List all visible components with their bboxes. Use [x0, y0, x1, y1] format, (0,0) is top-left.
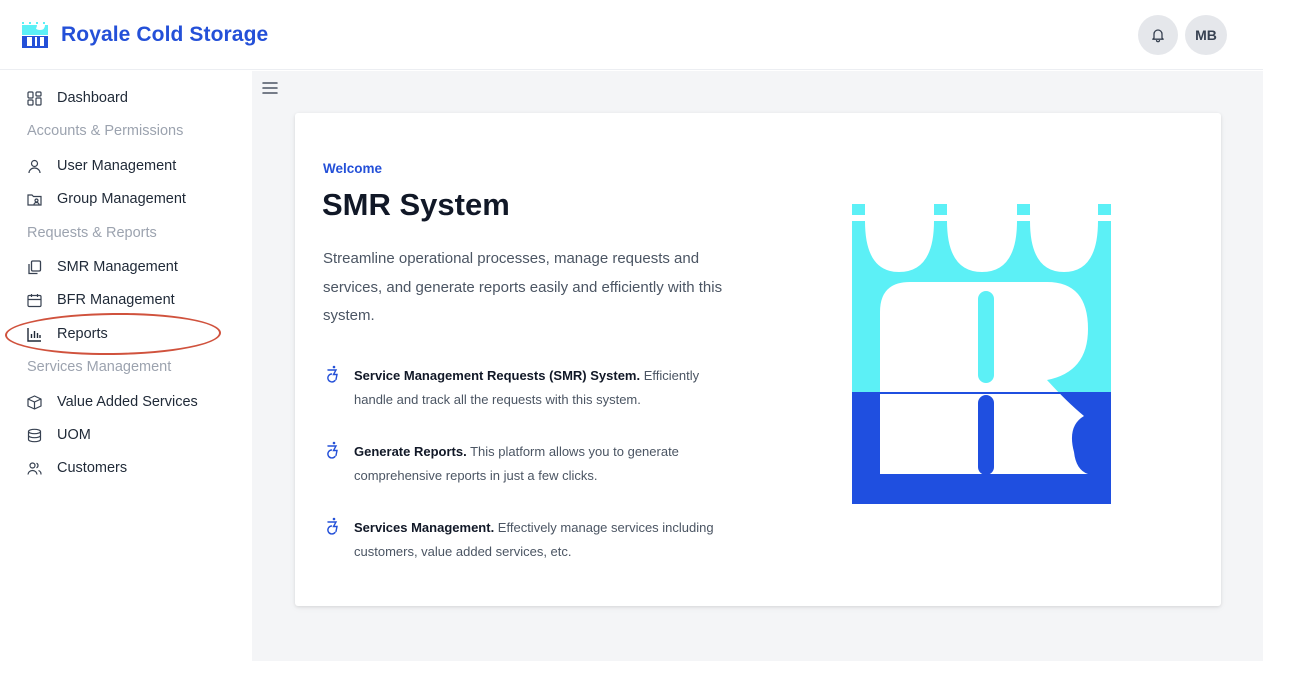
hamburger-menu-icon[interactable]	[261, 80, 279, 96]
feature-item: Services Management. Effectively manage …	[325, 516, 725, 564]
sidebar-item-dashboard[interactable]: Dashboard	[26, 90, 128, 106]
bell-icon	[1152, 29, 1164, 43]
sidebar-item-value-added-services[interactable]: Value Added Services	[26, 394, 198, 410]
user-avatar[interactable]: MB	[1185, 15, 1227, 55]
welcome-card: Welcome SMR System Streamline operationa…	[295, 113, 1221, 606]
database-icon	[26, 427, 42, 443]
feature-text: Service Management Requests (SMR) System…	[354, 364, 725, 412]
feature-title: Services Management.	[354, 520, 495, 535]
feature-item: Service Management Requests (SMR) System…	[325, 364, 725, 412]
sidebar-item-uom[interactable]: UOM	[26, 427, 91, 443]
sidebar-item-label: UOM	[57, 427, 91, 443]
feature-title: Service Management Requests (SMR) System…	[354, 368, 641, 383]
dashboard-icon	[26, 90, 42, 106]
users-icon	[26, 460, 42, 476]
user-icon	[26, 158, 42, 174]
feature-item: Generate Reports. This platform allows y…	[325, 440, 725, 488]
brand-logo-icon	[22, 22, 48, 48]
welcome-label: Welcome	[323, 161, 383, 176]
accessibility-icon	[327, 365, 338, 383]
brand-name: Royale Cold Storage	[61, 23, 269, 46]
sidebar-item-group-management[interactable]: Group Management	[26, 191, 186, 207]
sidebar-item-smr-management[interactable]: SMR Management	[26, 259, 178, 275]
sidebar-item-user-management[interactable]: User Management	[26, 158, 176, 174]
accessibility-icon	[327, 441, 338, 459]
sidebar-section-requests: Requests & Reports	[27, 225, 157, 241]
brand[interactable]: Royale Cold Storage	[20, 20, 268, 50]
copy-icon	[26, 259, 42, 275]
sidebar-item-label: BFR Management	[57, 292, 175, 308]
sidebar-section-accounts: Accounts & Permissions	[27, 123, 184, 139]
calendar-icon	[26, 292, 42, 308]
main-content: Welcome SMR System Streamline operationa…	[252, 71, 1263, 661]
sidebar-item-label: Group Management	[57, 191, 186, 207]
sidebar-item-customers[interactable]: Customers	[26, 460, 127, 476]
accessibility-icon	[327, 517, 338, 535]
sidebar-section-services: Services Management	[27, 359, 172, 375]
sidebar-item-label: Dashboard	[57, 90, 128, 106]
feature-text: Generate Reports. This platform allows y…	[354, 440, 725, 488]
feature-title: Generate Reports.	[354, 444, 467, 459]
royale-logo-image	[852, 204, 1111, 504]
top-bar: Royale Cold Storage MB	[0, 0, 1263, 70]
page-description: Streamline operational processes, manage…	[323, 250, 723, 324]
feature-text: Services Management. Effectively manage …	[354, 516, 725, 564]
notifications-button[interactable]	[1138, 15, 1178, 55]
page-title: SMR System	[322, 187, 510, 222]
cube-icon	[26, 394, 42, 410]
folder-user-icon	[26, 191, 42, 207]
sidebar-item-label: Value Added Services	[57, 394, 198, 410]
sidebar-item-label: User Management	[57, 158, 177, 174]
sidebar-item-label: Customers	[57, 460, 128, 476]
sidebar: Dashboard Accounts & Permissions User Ma…	[0, 71, 252, 682]
sidebar-item-bfr-management[interactable]: BFR Management	[26, 292, 175, 308]
sidebar-item-label: SMR Management	[57, 259, 178, 275]
